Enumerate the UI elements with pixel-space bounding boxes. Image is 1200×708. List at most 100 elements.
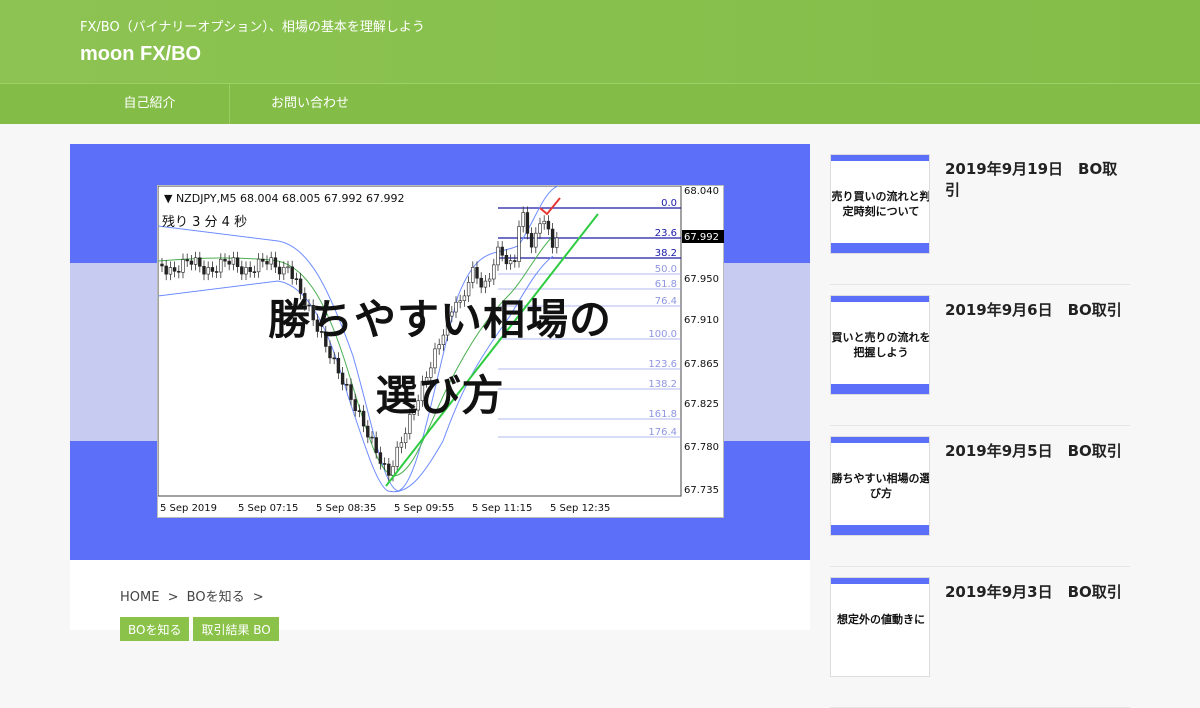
candle-body — [508, 260, 513, 265]
candle-body — [496, 246, 500, 266]
candle-body — [269, 257, 273, 265]
recent-post[interactable]: 勝ちやすい相場の選び方 2019年9月5日 BO取引 — [830, 426, 1130, 567]
candle-body — [265, 261, 269, 265]
candle-body — [223, 258, 227, 262]
hero-title-line1: 勝ちやすい相場の — [267, 295, 612, 344]
breadcrumb-separator: > — [252, 590, 264, 605]
candle-body — [534, 232, 538, 248]
candle-body — [387, 463, 391, 476]
candle-body — [542, 220, 546, 225]
candle-body — [487, 278, 492, 282]
category-tags: BOを知る 取引結果 BO — [120, 617, 279, 641]
post-title[interactable]: 2019年9月5日 BO取引 — [945, 440, 1122, 461]
price-label: 67.780 — [684, 442, 719, 453]
candle-body — [168, 267, 173, 275]
candle-body — [399, 442, 404, 448]
price-label: 67.950 — [684, 274, 719, 285]
thumbnail-caption: 想定外の値動きに — [831, 612, 929, 627]
candle-body — [550, 228, 555, 248]
nav-item-contact[interactable]: お問い合わせ — [230, 84, 390, 124]
post-title[interactable]: 2019年9月3日 BO取引 — [945, 581, 1122, 602]
recent-post[interactable]: 想定外の値動きに 2019年9月3日 BO取引 — [830, 567, 1130, 708]
candle-body — [395, 446, 399, 467]
candle-body — [290, 266, 294, 279]
candle-body — [202, 266, 206, 275]
candle-body — [471, 267, 475, 283]
candle-body — [160, 263, 164, 267]
candle-body — [500, 246, 504, 256]
candle-body — [504, 254, 509, 265]
site-tagline: FX/BO（バイナリーオプション）、相場の基本を理解しよう — [80, 20, 425, 35]
candle-body — [227, 260, 231, 265]
tag-results[interactable]: 取引結果 BO — [193, 617, 279, 641]
thumbnail-caption: 勝ちやすい相場の選び方 — [831, 471, 930, 501]
candle-body — [164, 265, 168, 275]
current-price-label: 67.992 — [684, 232, 719, 243]
candle-body — [286, 266, 290, 269]
post-thumbnail[interactable]: 勝ちやすい相場の選び方 — [830, 436, 930, 536]
post-title[interactable]: 2019年9月19日 BO取引 — [945, 158, 1130, 200]
candle-body — [370, 436, 374, 439]
candle-body — [261, 258, 265, 262]
candle-body — [248, 267, 252, 272]
fib-label: 176.4 — [648, 427, 677, 438]
candle-body — [193, 257, 198, 265]
candle-body — [177, 270, 181, 273]
candle-body — [219, 258, 223, 273]
main-nav: 自己紹介 お問い合わせ — [0, 83, 1200, 124]
time-label: 5 Sep 07:15 — [238, 503, 298, 514]
candle-body — [282, 266, 286, 275]
post-title[interactable]: 2019年9月6日 BO取引 — [945, 299, 1122, 320]
candle-body — [277, 266, 282, 275]
breadcrumb-home[interactable]: HOME — [120, 590, 159, 605]
candle-body — [538, 223, 542, 234]
candle-body — [181, 259, 185, 273]
chart-symbol-line: ▼ NZDJPY,M5 68.004 68.005 67.992 67.992 — [164, 192, 404, 205]
candle-body — [555, 237, 559, 248]
candle-body — [378, 452, 383, 464]
candle-body — [525, 212, 530, 234]
candle-body — [210, 267, 215, 272]
price-label: 67.735 — [684, 485, 719, 496]
candle-body — [273, 257, 278, 268]
candle-body — [546, 220, 551, 230]
candle-body — [517, 226, 521, 262]
post-thumbnail[interactable]: 買いと売りの流れを把握しよう — [830, 295, 930, 395]
site-title[interactable]: moon FX/BO — [80, 43, 201, 66]
time-label: 5 Sep 08:35 — [316, 503, 376, 514]
fib-label: 38.2 — [655, 248, 677, 259]
fib-label: 0.0 — [661, 198, 677, 209]
candle-body — [235, 257, 240, 268]
recent-post[interactable]: 買いと売りの流れを把握しよう 2019年9月6日 BO取引 — [830, 285, 1130, 426]
thumbnail-caption: 買いと売りの流れを把握しよう — [831, 330, 930, 360]
time-label: 5 Sep 12:35 — [550, 503, 610, 514]
site-header: FX/BO（バイナリーオプション）、相場の基本を理解しよう moon FX/BO — [0, 0, 1200, 83]
post-thumbnail[interactable]: 売り買いの流れと判定時刻について — [830, 154, 930, 254]
sidebar-recent-posts: 売り買いの流れと判定時刻について 2019年9月19日 BO取引 買いと売りの流… — [830, 144, 1130, 708]
tag-bo-know[interactable]: BOを知る — [120, 617, 190, 641]
candle-body — [513, 260, 517, 262]
candle-body — [521, 212, 525, 227]
featured-image: 0.0 23.6 38.2 50.0 61.8 76.4 100.0 123.6 138.2 16… — [70, 144, 810, 560]
breadcrumb: HOME > BOを知る > — [120, 586, 268, 605]
candle-body — [294, 278, 299, 280]
candle-body — [198, 257, 202, 267]
candle-body — [206, 267, 210, 275]
time-label: 5 Sep 2019 — [160, 503, 217, 514]
forex-chart: 0.0 23.6 38.2 50.0 61.8 76.4 100.0 123.6 138.2 16… — [157, 185, 724, 518]
time-label: 5 Sep 11:15 — [472, 503, 532, 514]
candle-body — [172, 267, 177, 272]
candle-body — [374, 437, 378, 453]
candle-body — [382, 463, 387, 465]
candle-body — [252, 271, 257, 273]
breadcrumb-category[interactable]: BOを知る — [187, 590, 245, 605]
candle-body — [240, 266, 244, 275]
post-thumbnail[interactable]: 想定外の値動きに — [830, 577, 930, 677]
chart-svg: 0.023.638.250.061.876.4100.0123.6138.216… — [157, 185, 724, 514]
recent-post[interactable]: 売り買いの流れと判定時刻について 2019年9月19日 BO取引 — [830, 144, 1130, 285]
candle-body — [244, 267, 248, 275]
nav-item-about[interactable]: 自己紹介 — [70, 84, 230, 124]
time-label: 5 Sep 09:55 — [394, 503, 454, 514]
main-article: 0.0 23.6 38.2 50.0 61.8 76.4 100.0 123.6 138.2 16… — [70, 144, 810, 641]
candle-body — [185, 259, 189, 262]
